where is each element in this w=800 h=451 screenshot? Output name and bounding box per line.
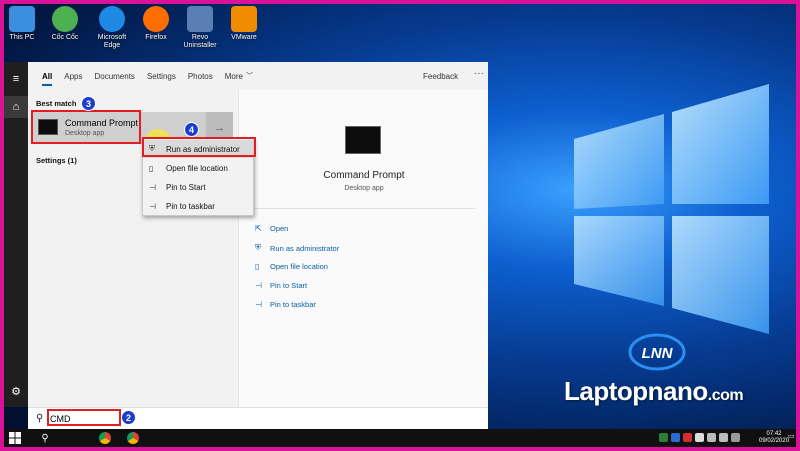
divider: [253, 208, 475, 209]
pin-icon: ⊣: [149, 182, 156, 192]
search-icon: ⚲: [36, 413, 44, 424]
ctx-pin-to-taskbar[interactable]: ⊣ Pin to taskbar: [143, 197, 253, 215]
home-icon[interactable]: ⌂: [4, 96, 28, 118]
chrome-icon[interactable]: [99, 432, 111, 444]
svg-text:LNN: LNN: [642, 345, 674, 362]
system-tray: [659, 433, 743, 442]
action-label: Run as administrator: [270, 243, 340, 253]
settings-section-label[interactable]: Settings (1): [36, 156, 77, 165]
tab-photos[interactable]: Photos: [188, 62, 213, 90]
open-icon: ⇱: [255, 224, 262, 233]
highlight-run-as-admin: [142, 137, 256, 157]
tray-app-icon[interactable]: [659, 433, 668, 442]
desktop-icon-label: Microsoft Edge: [97, 34, 127, 49]
pin-icon: ⊣: [149, 201, 156, 211]
pin-icon: ⊣: [255, 300, 262, 309]
language-icon[interactable]: [731, 433, 740, 442]
computer-icon: [9, 6, 35, 32]
tab-more-label: More: [224, 71, 243, 81]
ctx-pin-to-start[interactable]: ⊣ Pin to Start: [143, 178, 253, 196]
action-label: Pin to Start: [270, 281, 308, 290]
detail-pane: Command Prompt Desktop app ⇱ Open ⛨ Run …: [238, 90, 488, 407]
ctx-label: Open file location: [166, 163, 228, 173]
search-icon[interactable]: ⚲: [34, 429, 56, 447]
desktop-icon-edge[interactable]: Microsoft Edge: [90, 4, 134, 60]
tab-apps[interactable]: Apps: [64, 62, 82, 90]
hamburger-menu-icon[interactable]: ≡: [4, 68, 28, 90]
cloud-icon[interactable]: [695, 433, 704, 442]
desktop-icons: This PC Cốc Cốc Microsoft Edge Firefox R…: [4, 4, 266, 60]
screen-frame: This PC Cốc Cốc Microsoft Edge Firefox R…: [4, 4, 796, 447]
action-open[interactable]: ⇱ Open: [255, 224, 288, 233]
ctx-open-file-location[interactable]: ▯ Open file location: [143, 159, 253, 177]
volume-icon[interactable]: [719, 433, 728, 442]
clock[interactable]: 07:42 09/02/2020: [759, 431, 789, 445]
windows-start-icon[interactable]: [9, 432, 21, 444]
file-icon: ▯: [255, 262, 260, 271]
action-label: Open: [270, 224, 289, 233]
pin-icon: ⊣: [255, 281, 262, 290]
action-pin-to-start[interactable]: ⊣ Pin to Start: [255, 281, 307, 290]
tab-all[interactable]: All: [42, 62, 53, 90]
taskbar: ⚲ 07:42 09/02/2020 ▭: [4, 429, 796, 447]
step-badge-3: 3: [81, 96, 96, 111]
search-tabs: All Apps Documents Settings Photos More …: [28, 62, 488, 90]
coccoc-icon: [52, 6, 78, 32]
tab-more[interactable]: More ﹀: [225, 62, 253, 90]
highlight-search-box: [47, 409, 121, 426]
tray-app-icon[interactable]: [671, 433, 680, 442]
action-pin-to-taskbar[interactable]: ⊣ Pin to taskbar: [255, 300, 316, 309]
step-badge-2: 2: [121, 410, 136, 425]
firefox-icon: [143, 6, 169, 32]
step-badge-4: 4: [184, 122, 199, 137]
best-match-label: Best match: [36, 99, 77, 108]
desktop-icon-label: VMware: [231, 34, 257, 41]
windows-wallpaper-logo: [574, 84, 769, 334]
action-run-as-admin[interactable]: ⛨ Run as administrator: [255, 243, 339, 253]
revo-icon: [187, 6, 213, 32]
desktop-icon-this-pc[interactable]: This PC: [4, 4, 40, 60]
brand-text: Laptopnano: [564, 376, 708, 406]
detail-title: Command Prompt: [323, 170, 405, 181]
vmware-icon: [231, 6, 257, 32]
detail-subtitle: Desktop app: [344, 185, 384, 192]
feedback-link[interactable]: Feedback: [423, 72, 458, 81]
desktop-icon-coccoc[interactable]: Cốc Cốc: [40, 4, 90, 60]
desktop-icon-label: Cốc Cốc: [51, 34, 79, 41]
desktop-icon-vmware[interactable]: VMware: [222, 4, 266, 60]
ctx-label: Pin to taskbar: [166, 201, 215, 211]
desktop-icon-label: This PC: [9, 34, 35, 41]
tab-settings[interactable]: Settings: [147, 62, 176, 90]
action-label: Open file location: [270, 262, 328, 271]
action-label: Pin to taskbar: [270, 300, 316, 309]
desktop-icon-revo[interactable]: Revo Uninstaller: [178, 4, 222, 60]
desktop-icon-label: Revo Uninstaller: [183, 34, 217, 49]
brand-name: Laptopnano.com: [564, 376, 744, 407]
chevron-down-icon: ﹀: [245, 73, 253, 80]
highlight-best-match: [31, 110, 141, 144]
clock-date: 09/02/2020: [759, 438, 790, 444]
network-icon[interactable]: [707, 433, 716, 442]
cmd-large-icon: [345, 126, 381, 154]
chrome-icon[interactable]: [127, 432, 139, 444]
tray-app-icon[interactable]: [683, 433, 692, 442]
clock-time: 07:42: [766, 431, 782, 437]
brand-suffix: .com: [707, 387, 744, 404]
action-open-file-location[interactable]: ▯ Open file location: [255, 262, 328, 271]
notification-icon[interactable]: ▭: [788, 432, 796, 444]
ctx-label: Pin to Start: [166, 182, 206, 192]
shield-icon: ⛨: [255, 243, 261, 252]
desktop-icon-label: Firefox: [145, 34, 167, 41]
tab-documents[interactable]: Documents: [94, 62, 134, 90]
edge-icon: [99, 6, 125, 32]
desktop-icon-firefox[interactable]: Firefox: [134, 4, 178, 60]
start-left-rail: ≡ ⌂ ⚙: [4, 62, 28, 407]
more-options-icon[interactable]: ···: [474, 68, 484, 79]
file-icon: ▯: [149, 163, 154, 173]
lnn-logo: LNN: [628, 333, 686, 371]
gear-icon[interactable]: ⚙: [4, 380, 28, 402]
